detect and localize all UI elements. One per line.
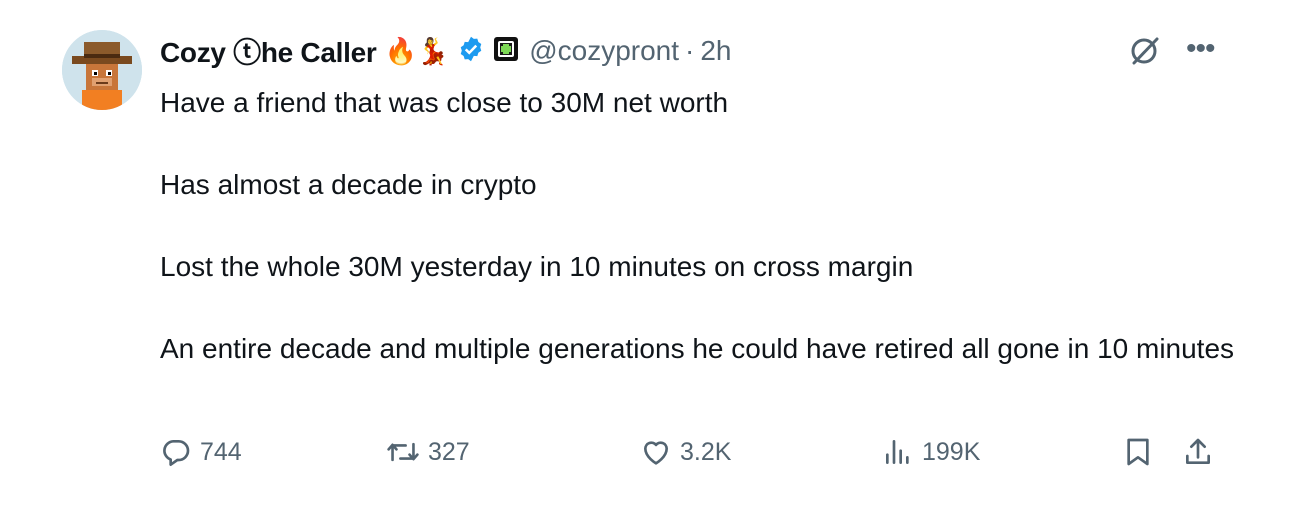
author-emojis: 🔥💃 [384, 36, 450, 66]
action-bar: 744 327 3.2K 199K [160, 430, 1230, 474]
tweet-header: Cozy ⓣhe Caller 🔥💃 @cozypront · 2h [160, 28, 732, 74]
repost-icon [387, 442, 419, 462]
verified-badge-icon[interactable] [457, 35, 485, 68]
author-name[interactable]: Cozy ⓣhe Caller [160, 31, 377, 71]
views-count: 199K [922, 437, 981, 466]
share-button[interactable] [1182, 430, 1222, 474]
share-icon [1186, 438, 1210, 464]
like-button[interactable]: 3.2K [640, 430, 731, 474]
tweet-text: Have a friend that was close to 30M net … [160, 82, 1250, 369]
separator-dot: · [685, 35, 695, 66]
like-count: 3.2K [680, 437, 732, 466]
repost-count: 327 [428, 437, 470, 466]
bookmark-icon [1127, 438, 1149, 466]
tweet-paragraph: Has almost a decade in crypto [160, 169, 537, 200]
views-icon [886, 440, 909, 464]
reply-icon [163, 440, 190, 466]
post-time[interactable]: 2h [700, 35, 731, 67]
views-button[interactable]: 199K [882, 430, 980, 474]
tweet-paragraph: An entire decade and multiple generation… [160, 333, 1235, 364]
reply-button[interactable]: 744 [160, 430, 242, 474]
author-handle[interactable]: @cozypront [529, 35, 679, 67]
tweet-paragraph: Lost the whole 30M yesterday in 10 minut… [160, 251, 914, 282]
more-icon[interactable]: ••• [1186, 34, 1215, 64]
bookmark-button[interactable] [1122, 430, 1162, 474]
like-icon [644, 441, 668, 465]
reply-count: 744 [200, 437, 242, 466]
tweet-paragraph: Have a friend that was close to 30M net … [160, 87, 729, 118]
affiliate-badge-icon[interactable] [493, 36, 519, 67]
grok-icon[interactable] [1128, 34, 1162, 73]
avatar[interactable] [62, 30, 142, 110]
repost-button[interactable]: 327 [386, 430, 470, 474]
